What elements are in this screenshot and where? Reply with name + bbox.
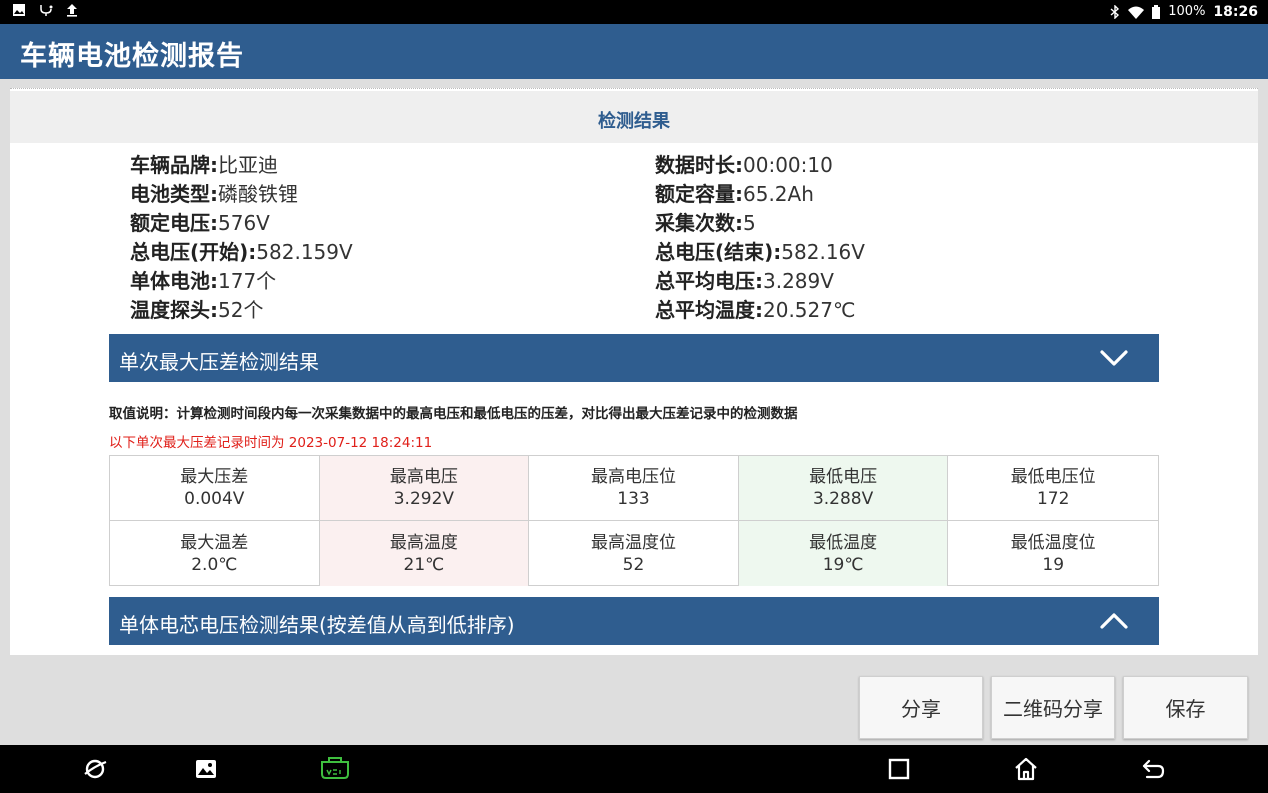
share-button[interactable]: 分享	[859, 676, 983, 739]
info-row: 数据时长:00:00:10	[655, 153, 833, 177]
grid-cell-max-voltage: 最高电压 3.292V	[319, 456, 530, 521]
bluetooth-icon	[1110, 5, 1120, 19]
vehicle-info-left: 车辆品牌:比亚迪 电池类型:磷酸铁锂 额定电压:576V 总电压(开始):582…	[130, 151, 353, 325]
chevron-down-icon[interactable]	[1099, 346, 1129, 370]
info-row: 总平均温度:20.527℃	[655, 298, 856, 322]
grid-cell-min-temp: 最低温度 19℃	[738, 521, 949, 586]
grid-cell-max-voltage-diff: 最大压差 0.004V	[110, 456, 320, 521]
cell-voltage-section-header[interactable]: 单体电芯电压检测结果(按差值从高到低排序)	[109, 597, 1159, 645]
grid-cell-max-temp-diff: 最大温差 2.0℃	[110, 521, 320, 586]
panel-header: 检测结果	[10, 91, 1258, 143]
upload-icon	[67, 4, 77, 17]
grid-cell-min-temp-position: 最低温度位 19	[1010, 532, 1096, 575]
max-diff-result-grid: 最大压差 0.004V 最高电压 3.292V 最高电压位 133 最低电压 3.288…	[109, 455, 1159, 586]
back-icon[interactable]	[1141, 756, 1167, 782]
record-time-note: 以下单次最大压差记录时间为 2023-07-12 18:24:11	[109, 435, 433, 451]
grid-cell-min-voltage: 最低电压 3.288V	[738, 456, 949, 521]
clock: 18:26	[1213, 4, 1258, 20]
grid-cell-max-temp-position: 最高温度位 52	[529, 521, 739, 586]
home-icon[interactable]	[1013, 756, 1039, 782]
gallery-icon[interactable]	[193, 756, 219, 782]
battery-percent: 100%	[1168, 4, 1206, 19]
section-title: 单体电芯电压检测结果(按差值从高到低排序)	[119, 613, 515, 637]
report-panel[interactable]: 检测结果 车辆品牌:比亚迪 电池类型:磷酸铁锂 额定电压:576V 总电压(开始…	[10, 88, 1258, 655]
battery-icon	[1152, 5, 1161, 19]
max-voltage-diff-section-header[interactable]: 单次最大压差检测结果	[109, 334, 1159, 382]
status-bar: 100% 18:26	[0, 0, 1268, 24]
panel-header-title: 检测结果	[598, 111, 670, 132]
recent-apps-icon[interactable]	[886, 756, 912, 782]
info-row: 总电压(结束):582.16V	[655, 240, 865, 264]
vehicle-info-right: 数据时长:00:00:10 额定容量:65.2Ah 采集次数:5 总电压(结束)…	[655, 151, 865, 325]
value-description: 取值说明：计算检测时间段内每一次采集数据中的最高电压和最低电压的压差，对比得出最…	[109, 406, 798, 422]
section-title: 单次最大压差检测结果	[119, 350, 319, 374]
info-row: 单体电池:177个	[130, 269, 277, 293]
save-button[interactable]: 保存	[1123, 676, 1248, 739]
info-row: 额定电压:576V	[130, 211, 270, 235]
browser-icon[interactable]	[82, 756, 108, 782]
info-row: 总电压(开始):582.159V	[130, 240, 353, 264]
chevron-up-icon[interactable]	[1099, 609, 1129, 633]
grid-cell-max-temp: 最高温度 21℃	[319, 521, 530, 586]
page-title: 车辆电池检测报告	[20, 41, 244, 72]
info-row: 车辆品牌:比亚迪	[130, 153, 278, 177]
info-row: 采集次数:5	[655, 211, 756, 235]
info-row: 额定容量:65.2Ah	[655, 182, 814, 206]
title-bar: 车辆电池检测报告	[0, 24, 1268, 79]
grid-cell-max-voltage-position: 最高电压位 133	[529, 456, 739, 521]
info-row: 温度探头:52个	[130, 298, 264, 322]
qr-share-button[interactable]: 二维码分享	[991, 676, 1115, 739]
info-row: 总平均电压:3.289V	[655, 269, 834, 293]
gallery-icon	[13, 4, 25, 16]
wifi-icon	[1128, 6, 1145, 19]
grid-cell-min-voltage-position: 最低电压位 172	[948, 456, 1158, 521]
vci-icon[interactable]	[318, 756, 352, 782]
navigation-bar	[0, 745, 1268, 793]
info-row: 电池类型:磷酸铁锂	[130, 182, 298, 206]
usb-debug-icon	[40, 5, 53, 16]
